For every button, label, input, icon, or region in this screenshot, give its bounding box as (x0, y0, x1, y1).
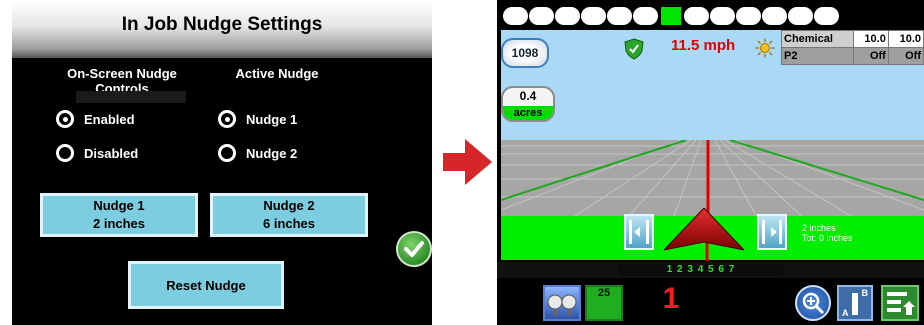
reset-nudge-button[interactable]: Reset Nudge (128, 261, 284, 309)
nudge-2-button[interactable]: Nudge 2 6 inches (210, 193, 368, 237)
section-numbers: 1 2 3 4 5 6 7 (617, 264, 785, 276)
section-indicator (503, 7, 528, 25)
gps-shield-icon[interactable] (624, 38, 644, 60)
nudge-info: 2 inches Tot: 0 inches (802, 223, 853, 243)
section-indicator (814, 7, 839, 25)
ab-line-icon (852, 293, 858, 315)
check-icon[interactable] (396, 231, 432, 267)
section-indicator-active (661, 7, 681, 25)
section-indicator (710, 7, 735, 25)
boom-sections-button[interactable] (543, 285, 581, 321)
zoom-in-icon (802, 292, 825, 315)
nudge-right-icon (762, 220, 782, 244)
product-actual-rate: 10.0 (887, 30, 924, 48)
nudge-1-button[interactable]: Nudge 1 2 inches (40, 193, 198, 237)
settings-header: In Job Nudge Settings (12, 0, 432, 58)
nudge-right-button[interactable] (757, 214, 787, 250)
active-nudge-heading: Active Nudge (235, 66, 319, 81)
radio-unselected-icon[interactable] (218, 144, 236, 162)
section-indicator-bar (503, 7, 839, 25)
nudge-1-button-value: 2 inches (92, 216, 146, 231)
section-indicator (633, 7, 658, 25)
product-name: P2 (781, 47, 854, 65)
rate-button[interactable]: 25 (585, 285, 623, 321)
section-indicator (684, 7, 709, 25)
nudge-1-option-label: Nudge 1 (246, 111, 298, 127)
product-row[interactable]: P2 Off Off (781, 47, 924, 65)
active-product-number: 1 (662, 282, 680, 315)
product-rate-table[interactable]: Chemical 10.0 10.0 P2 Off Off (781, 30, 924, 65)
zoom-button[interactable] (795, 285, 831, 321)
ab-label-b: B (861, 288, 869, 298)
menu-icon (887, 292, 915, 315)
enabled-label: Enabled (84, 111, 135, 127)
area-unit: acres (503, 106, 553, 120)
boom-icon (547, 294, 577, 316)
rate-button-value: 25 (597, 287, 611, 299)
section-indicator (788, 7, 813, 25)
section-indicator (555, 7, 580, 25)
nudge-left-button[interactable] (624, 214, 654, 250)
page-title: In Job Nudge Settings (121, 14, 323, 35)
nudge-settings-panel: In Job Nudge Settings On-Screen Nudge Co… (12, 0, 432, 325)
ab-label-a: A (842, 308, 849, 318)
heading-underline (76, 91, 186, 103)
guidance-screen: 1098 0.4 acres 11.5 mph Chemical 10.0 10… (497, 0, 924, 325)
onscreen-heading-line1: On-Screen Nudge (67, 66, 177, 81)
section-indicator (529, 7, 554, 25)
radio-selected-icon[interactable] (218, 110, 236, 128)
product-actual-rate: Off (887, 47, 924, 65)
nudge-left-icon (629, 220, 649, 244)
disabled-label: Disabled (84, 145, 139, 161)
product-row[interactable]: Chemical 10.0 10.0 (781, 30, 924, 48)
section-indicator (762, 7, 787, 25)
count-badge[interactable]: 1098 (501, 38, 549, 68)
nudge-2-option[interactable]: Nudge 2 (218, 144, 297, 162)
section-indicator (581, 7, 606, 25)
nudge-1-button-label: Nudge 1 (93, 198, 145, 213)
nudge-2-button-label: Nudge 2 (263, 198, 315, 213)
sun-icon (755, 38, 775, 58)
nudge-2-button-value: 6 inches (262, 216, 316, 231)
menu-button[interactable] (881, 285, 919, 321)
nudge-offset-text: 2 inches (802, 223, 836, 233)
area-counter[interactable]: 0.4 acres (501, 86, 555, 122)
disabled-option[interactable]: Disabled (56, 144, 138, 162)
vehicle-arrow-icon (664, 208, 744, 251)
speed-readout: 11.5 mph (671, 37, 736, 54)
area-value: 0.4 (519, 89, 537, 103)
nudge-2-option-label: Nudge 2 (246, 145, 298, 161)
arrow-right-icon (443, 139, 492, 185)
section-indicator (607, 7, 632, 25)
nudge-total-text: Tot: 0 inches (802, 233, 853, 243)
enabled-option[interactable]: Enabled (56, 110, 135, 128)
radio-selected-icon[interactable] (56, 110, 74, 128)
product-target-rate: 10.0 (852, 30, 889, 48)
product-name: Chemical (781, 30, 854, 48)
radio-unselected-icon[interactable] (56, 144, 74, 162)
ab-line-button[interactable]: A B (837, 285, 873, 321)
section-indicator (736, 7, 761, 25)
nudge-1-option[interactable]: Nudge 1 (218, 110, 297, 128)
product-target-rate: Off (852, 47, 889, 65)
